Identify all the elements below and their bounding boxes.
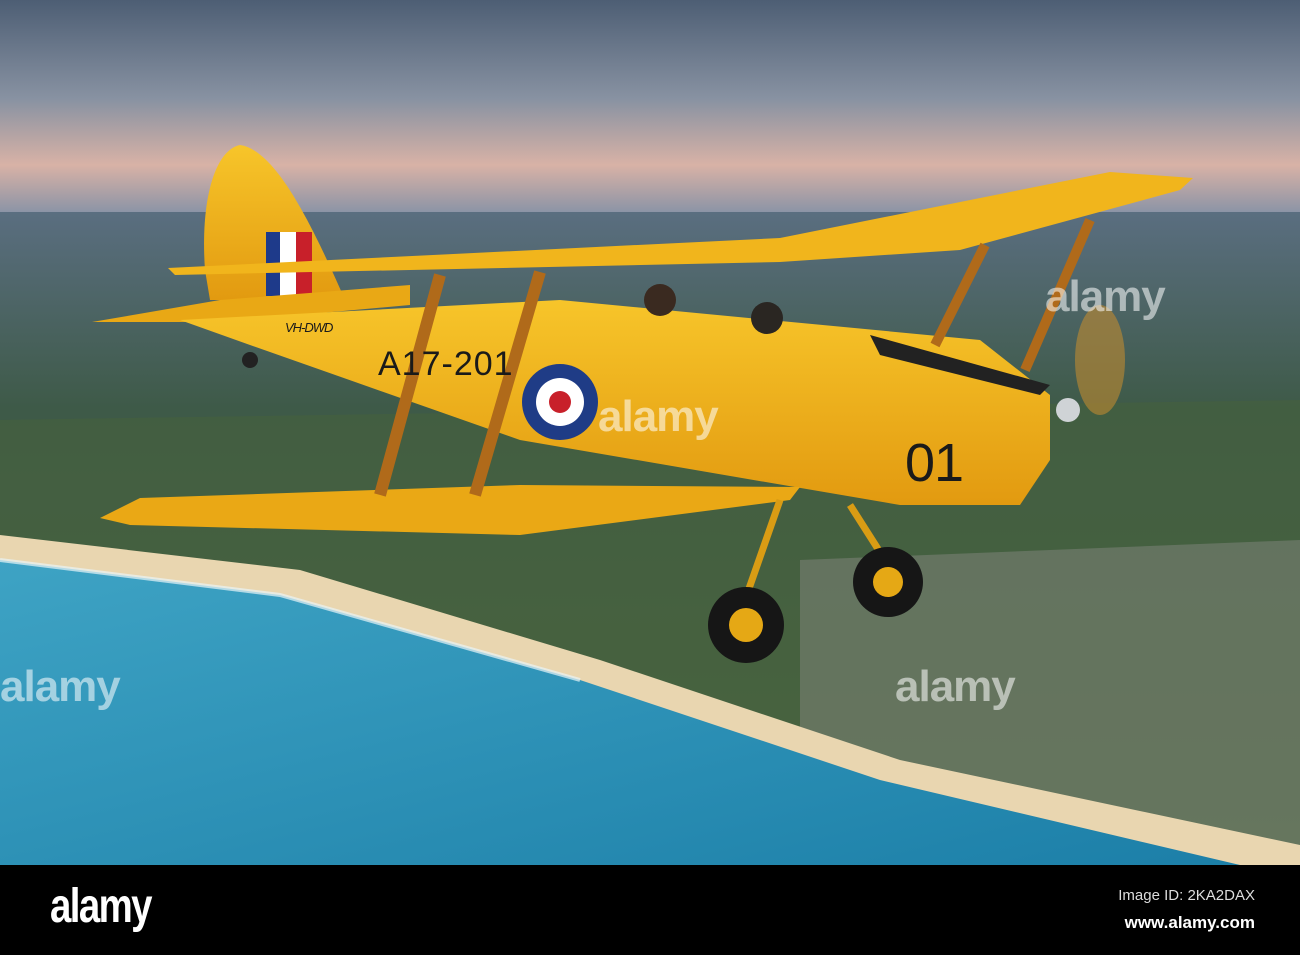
serial-marking: A17-201 — [378, 345, 514, 383]
watermark-lower-right: alamy — [895, 662, 1016, 711]
watermark-center: alamy — [598, 392, 719, 441]
footer-logo: alamy — [50, 880, 152, 933]
registration-marking: VH-DWD — [285, 320, 333, 335]
watermark-left: alamy — [0, 662, 121, 711]
watermark-right: alamy — [1045, 272, 1166, 321]
footer-url[interactable]: www.alamy.com — [1125, 913, 1255, 933]
roundel — [522, 364, 598, 440]
code-marking: 01 — [905, 433, 964, 493]
image-id: Image ID: 2KA2DAX — [1118, 887, 1255, 904]
wheel-right — [853, 547, 923, 617]
footer-bar: alamy Image ID: 2KA2DAX www.alamy.com — [0, 865, 1300, 955]
wheel-left — [708, 587, 784, 663]
